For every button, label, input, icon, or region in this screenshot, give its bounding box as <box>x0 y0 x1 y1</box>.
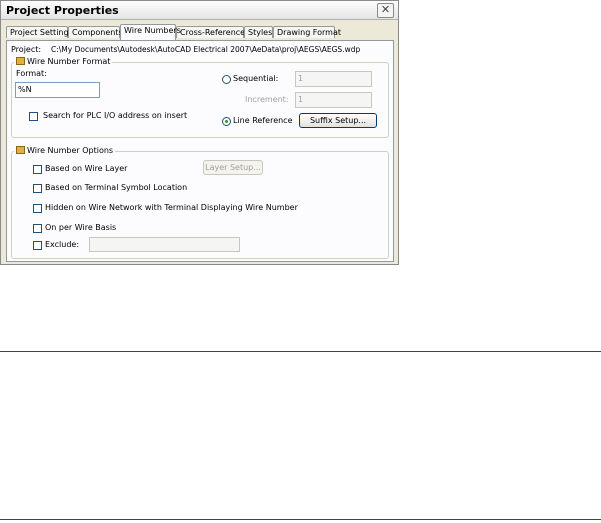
suffix-setup-button[interactable]: Suffix Setup... <box>299 113 377 128</box>
format-label: Format: <box>16 69 47 78</box>
title-bar: Project Properties ✕ <box>1 1 398 20</box>
based-on-terminal-checkbox[interactable] <box>33 184 42 193</box>
tab-cross-references[interactable]: Cross-References <box>176 26 249 38</box>
dialog-title: Project Properties <box>6 4 119 17</box>
based-on-wire-layer-label: Based on Wire Layer <box>45 164 128 173</box>
tab-label: Components <box>72 28 123 37</box>
tab-project-settings[interactable]: Project Settings <box>6 26 73 38</box>
project-path: C:\My Documents\Autodesk\AutoCAD Electri… <box>51 45 361 54</box>
group-title-text: Wire Number Options <box>27 146 114 155</box>
tab-wire-numbers[interactable]: Wire Numbers <box>120 24 181 40</box>
search-plc-label: Search for PLC I/O address on insert <box>43 111 188 120</box>
exclude-checkbox[interactable] <box>33 241 42 250</box>
line-reference-radio[interactable] <box>222 117 231 126</box>
project-label: Project: <box>11 45 42 54</box>
tab-label: Project Settings <box>10 28 73 37</box>
wire-numbers-panel: Project: C:\My Documents\Autodesk\AutoCA… <box>6 40 394 262</box>
wire-number-format-title: Wire Number Format <box>14 57 113 66</box>
sequential-label: Sequential: <box>233 74 279 83</box>
format-input[interactable]: %N <box>15 82 100 98</box>
tab-label: Wire Numbers <box>124 26 181 35</box>
hidden-on-wire-network-checkbox[interactable] <box>33 204 42 213</box>
button-label: Suffix Setup... <box>309 116 367 125</box>
exclude-input[interactable] <box>89 237 240 252</box>
layer-setup-button[interactable]: Layer Setup... <box>203 160 263 175</box>
based-on-wire-layer-checkbox[interactable] <box>33 165 42 174</box>
on-per-wire-basis-label: On per Wire Basis <box>45 223 117 232</box>
hidden-on-wire-network-label: Hidden on Wire Network with Terminal Dis… <box>45 203 298 212</box>
on-per-wire-basis-checkbox[interactable] <box>33 224 42 233</box>
group-title-text: Wire Number Format <box>27 57 111 66</box>
search-plc-checkbox[interactable] <box>29 112 38 121</box>
increment-label: Increment: <box>245 95 289 104</box>
project-properties-dialog: Project Properties ✕ Project Settings Co… <box>0 0 399 265</box>
wire-number-options-title: Wire Number Options <box>14 146 116 155</box>
increment-input[interactable]: 1 <box>295 92 372 108</box>
tab-drawing-format[interactable]: Drawing Format <box>273 26 341 38</box>
tab-label: Drawing Format <box>277 28 341 37</box>
tab-styles[interactable]: Styles <box>244 26 273 38</box>
close-icon: ✕ <box>380 3 391 16</box>
divider-line <box>0 519 601 520</box>
folder-icon <box>16 57 25 65</box>
line-reference-label: Line Reference <box>233 116 293 125</box>
sequential-input[interactable]: 1 <box>295 71 372 87</box>
options-icon <box>16 146 25 154</box>
sequential-radio[interactable] <box>222 75 231 84</box>
close-button[interactable]: ✕ <box>377 3 394 18</box>
divider-line <box>0 351 601 352</box>
exclude-label: Exclude: <box>45 240 80 249</box>
tab-label: Cross-References <box>180 28 250 37</box>
based-on-terminal-label: Based on Terminal Symbol Location <box>45 183 188 192</box>
tab-components[interactable]: Components <box>68 26 123 38</box>
button-label: Layer Setup... <box>205 163 261 172</box>
tab-label: Styles <box>248 28 273 37</box>
